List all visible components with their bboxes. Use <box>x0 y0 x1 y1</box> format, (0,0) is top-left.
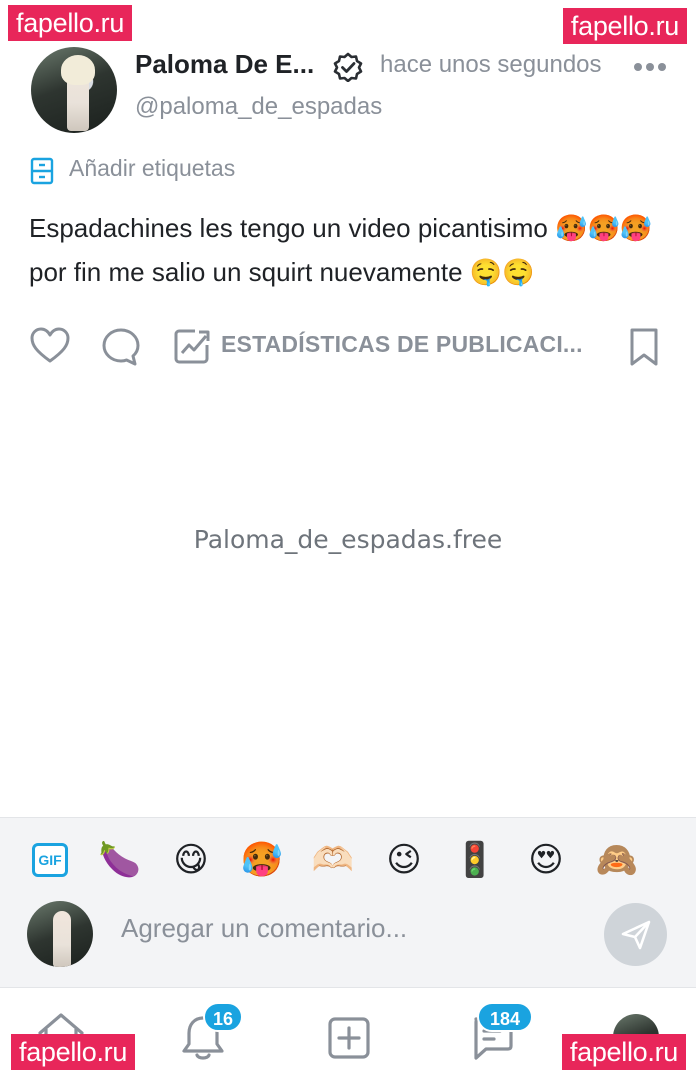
emoji-traffic-light[interactable]: 🚦 <box>450 833 500 887</box>
verified-badge-icon <box>333 52 363 82</box>
emoji-see-no-evil[interactable]: 🙈 <box>592 833 642 887</box>
add-tags-label[interactable]: Añadir etiquetas <box>69 155 235 182</box>
watermark-bottom-right: fapello.ru <box>561 1034 686 1070</box>
gif-icon[interactable]: GIF <box>32 843 68 877</box>
bookmark-icon[interactable] <box>628 327 660 367</box>
like-heart-icon[interactable] <box>30 327 70 365</box>
notifications-badge: 16 <box>203 1002 243 1032</box>
emoji-eggplant[interactable]: 🍆 <box>95 833 145 887</box>
watermark-bottom-left: fapello.ru <box>11 1034 136 1070</box>
more-options-icon[interactable] <box>632 57 668 77</box>
send-icon <box>621 920 651 950</box>
author-handle[interactable]: @paloma_de_espadas <box>135 93 382 121</box>
watermark-top-right: fapello.ru <box>562 8 687 44</box>
author-avatar[interactable] <box>31 47 117 133</box>
comment-input[interactable]: Agregar un comentario... <box>121 913 407 944</box>
emoji-heart-eyes[interactable]: 😍 <box>521 833 571 887</box>
add-tags-icon[interactable] <box>30 157 54 185</box>
comment-bubble-icon[interactable] <box>101 327 141 367</box>
post-media[interactable] <box>0 392 696 817</box>
watermark-top-left: fapello.ru <box>8 5 133 41</box>
emoji-yum[interactable]: 😋 <box>166 833 216 887</box>
emoji-hot-face[interactable]: 🥵 <box>237 833 287 887</box>
emoji-wink[interactable]: 😉 <box>379 833 429 887</box>
media-caption: Paloma_de_espadas.free <box>193 525 503 554</box>
post-time: hace unos segundos <box>380 51 602 78</box>
commenter-avatar <box>27 901 93 967</box>
stats-chart-icon[interactable] <box>173 327 211 365</box>
messages-badge: 184 <box>477 1002 533 1032</box>
add-post-icon[interactable] <box>327 1016 371 1060</box>
emoji-heart-hands[interactable]: 🫶🏻 <box>308 833 358 887</box>
post-stats-label[interactable]: ESTADÍSTICAS DE PUBLICACI... <box>221 331 583 358</box>
author-name[interactable]: Paloma De E... <box>135 49 314 80</box>
post-text: Espadachines les tengo un video picantis… <box>29 213 653 287</box>
send-button[interactable] <box>604 903 667 966</box>
quick-emoji-row: GIF 🍆 😋 🥵 🫶🏻 😉 🚦 😍 🙈 <box>0 833 696 889</box>
